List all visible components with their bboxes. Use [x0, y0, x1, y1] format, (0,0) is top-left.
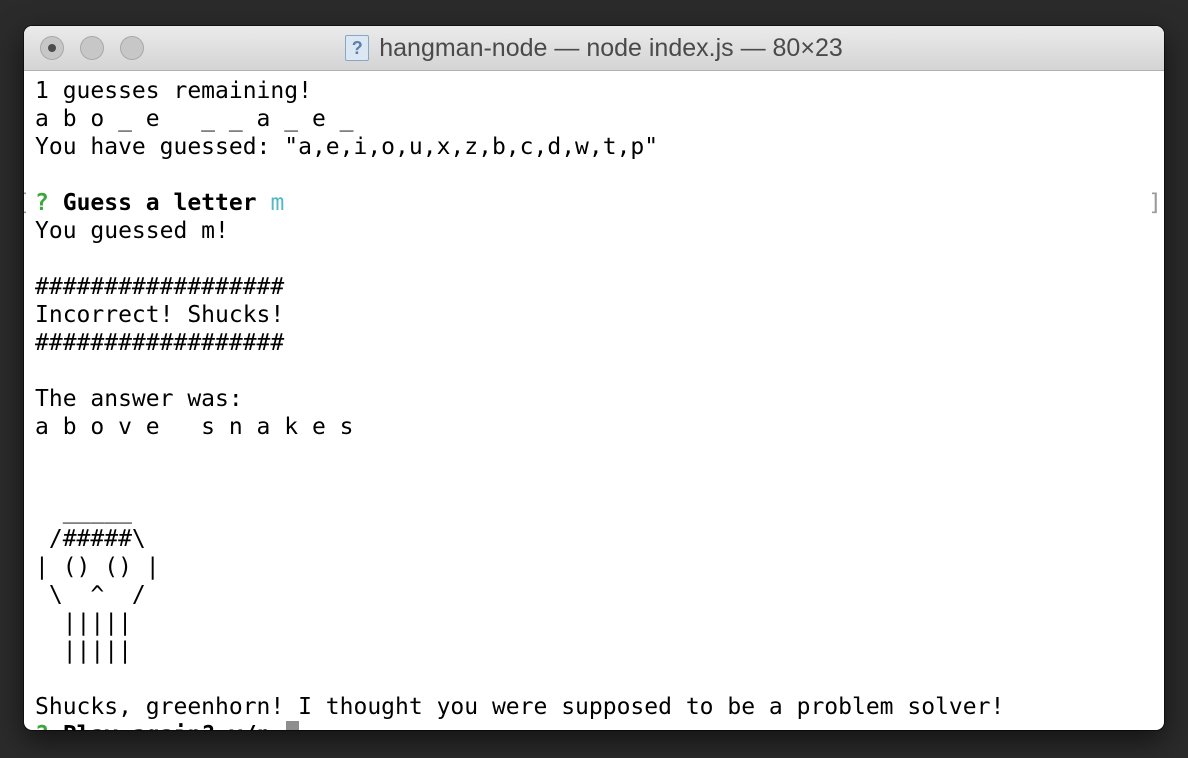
ascii-skull-line: _____: [35, 498, 132, 524]
terminal-line: Shucks, greenhorn! I thought you were su…: [35, 694, 1005, 720]
ascii-skull-line: |||||: [35, 638, 132, 664]
guess-prompt-label: Guess a letter: [62, 190, 257, 216]
prompt-question-mark: ?: [35, 190, 49, 216]
terminal-window: ? hangman-node — node index.js — 80×23 1…: [24, 26, 1164, 730]
guess-prompt-line: [? Guess a letter m]: [24, 189, 1164, 217]
ascii-skull-line: /#####\: [35, 526, 146, 552]
terminal-line: You guessed m!: [35, 218, 229, 244]
terminal-line: a b o _ e _ _ a _ e _: [35, 106, 354, 132]
terminal-line: You have guessed: "a,e,i,o,u,x,z,b,c,d,w…: [35, 134, 659, 160]
text-cursor[interactable]: [286, 721, 300, 730]
play-again-prompt-line: ? Play again? y/n: [35, 721, 1164, 730]
terminal-line: ##################: [35, 330, 285, 356]
terminal-output[interactable]: 1 guesses remaining! a b o _ e _ _ a _ e…: [24, 71, 1164, 730]
title-bar[interactable]: ? hangman-node — node index.js — 80×23: [24, 26, 1164, 71]
mark-bracket-right: ]: [1148, 190, 1162, 216]
mark-bracket-left: [: [24, 189, 30, 217]
terminal-line: Incorrect! Shucks!: [35, 302, 285, 328]
terminal-line: a b o v e s n a k e s: [35, 414, 354, 440]
document-icon: ?: [345, 35, 370, 61]
ascii-skull-line: | () () |: [35, 554, 160, 580]
terminal-line: ##################: [35, 274, 285, 300]
ascii-skull-line: |||||: [35, 610, 132, 636]
ascii-skull-line: \ ^ /: [35, 582, 146, 608]
prompt-question-mark: ?: [35, 722, 49, 730]
window-title-container: ? hangman-node — node index.js — 80×23: [24, 26, 1164, 70]
guess-answer: m: [270, 190, 285, 216]
terminal-line: 1 guesses remaining!: [35, 78, 312, 104]
play-again-label: Play again? y/n: [63, 722, 271, 730]
window-title: hangman-node — node index.js — 80×23: [379, 33, 843, 62]
terminal-line: The answer was:: [35, 386, 243, 412]
